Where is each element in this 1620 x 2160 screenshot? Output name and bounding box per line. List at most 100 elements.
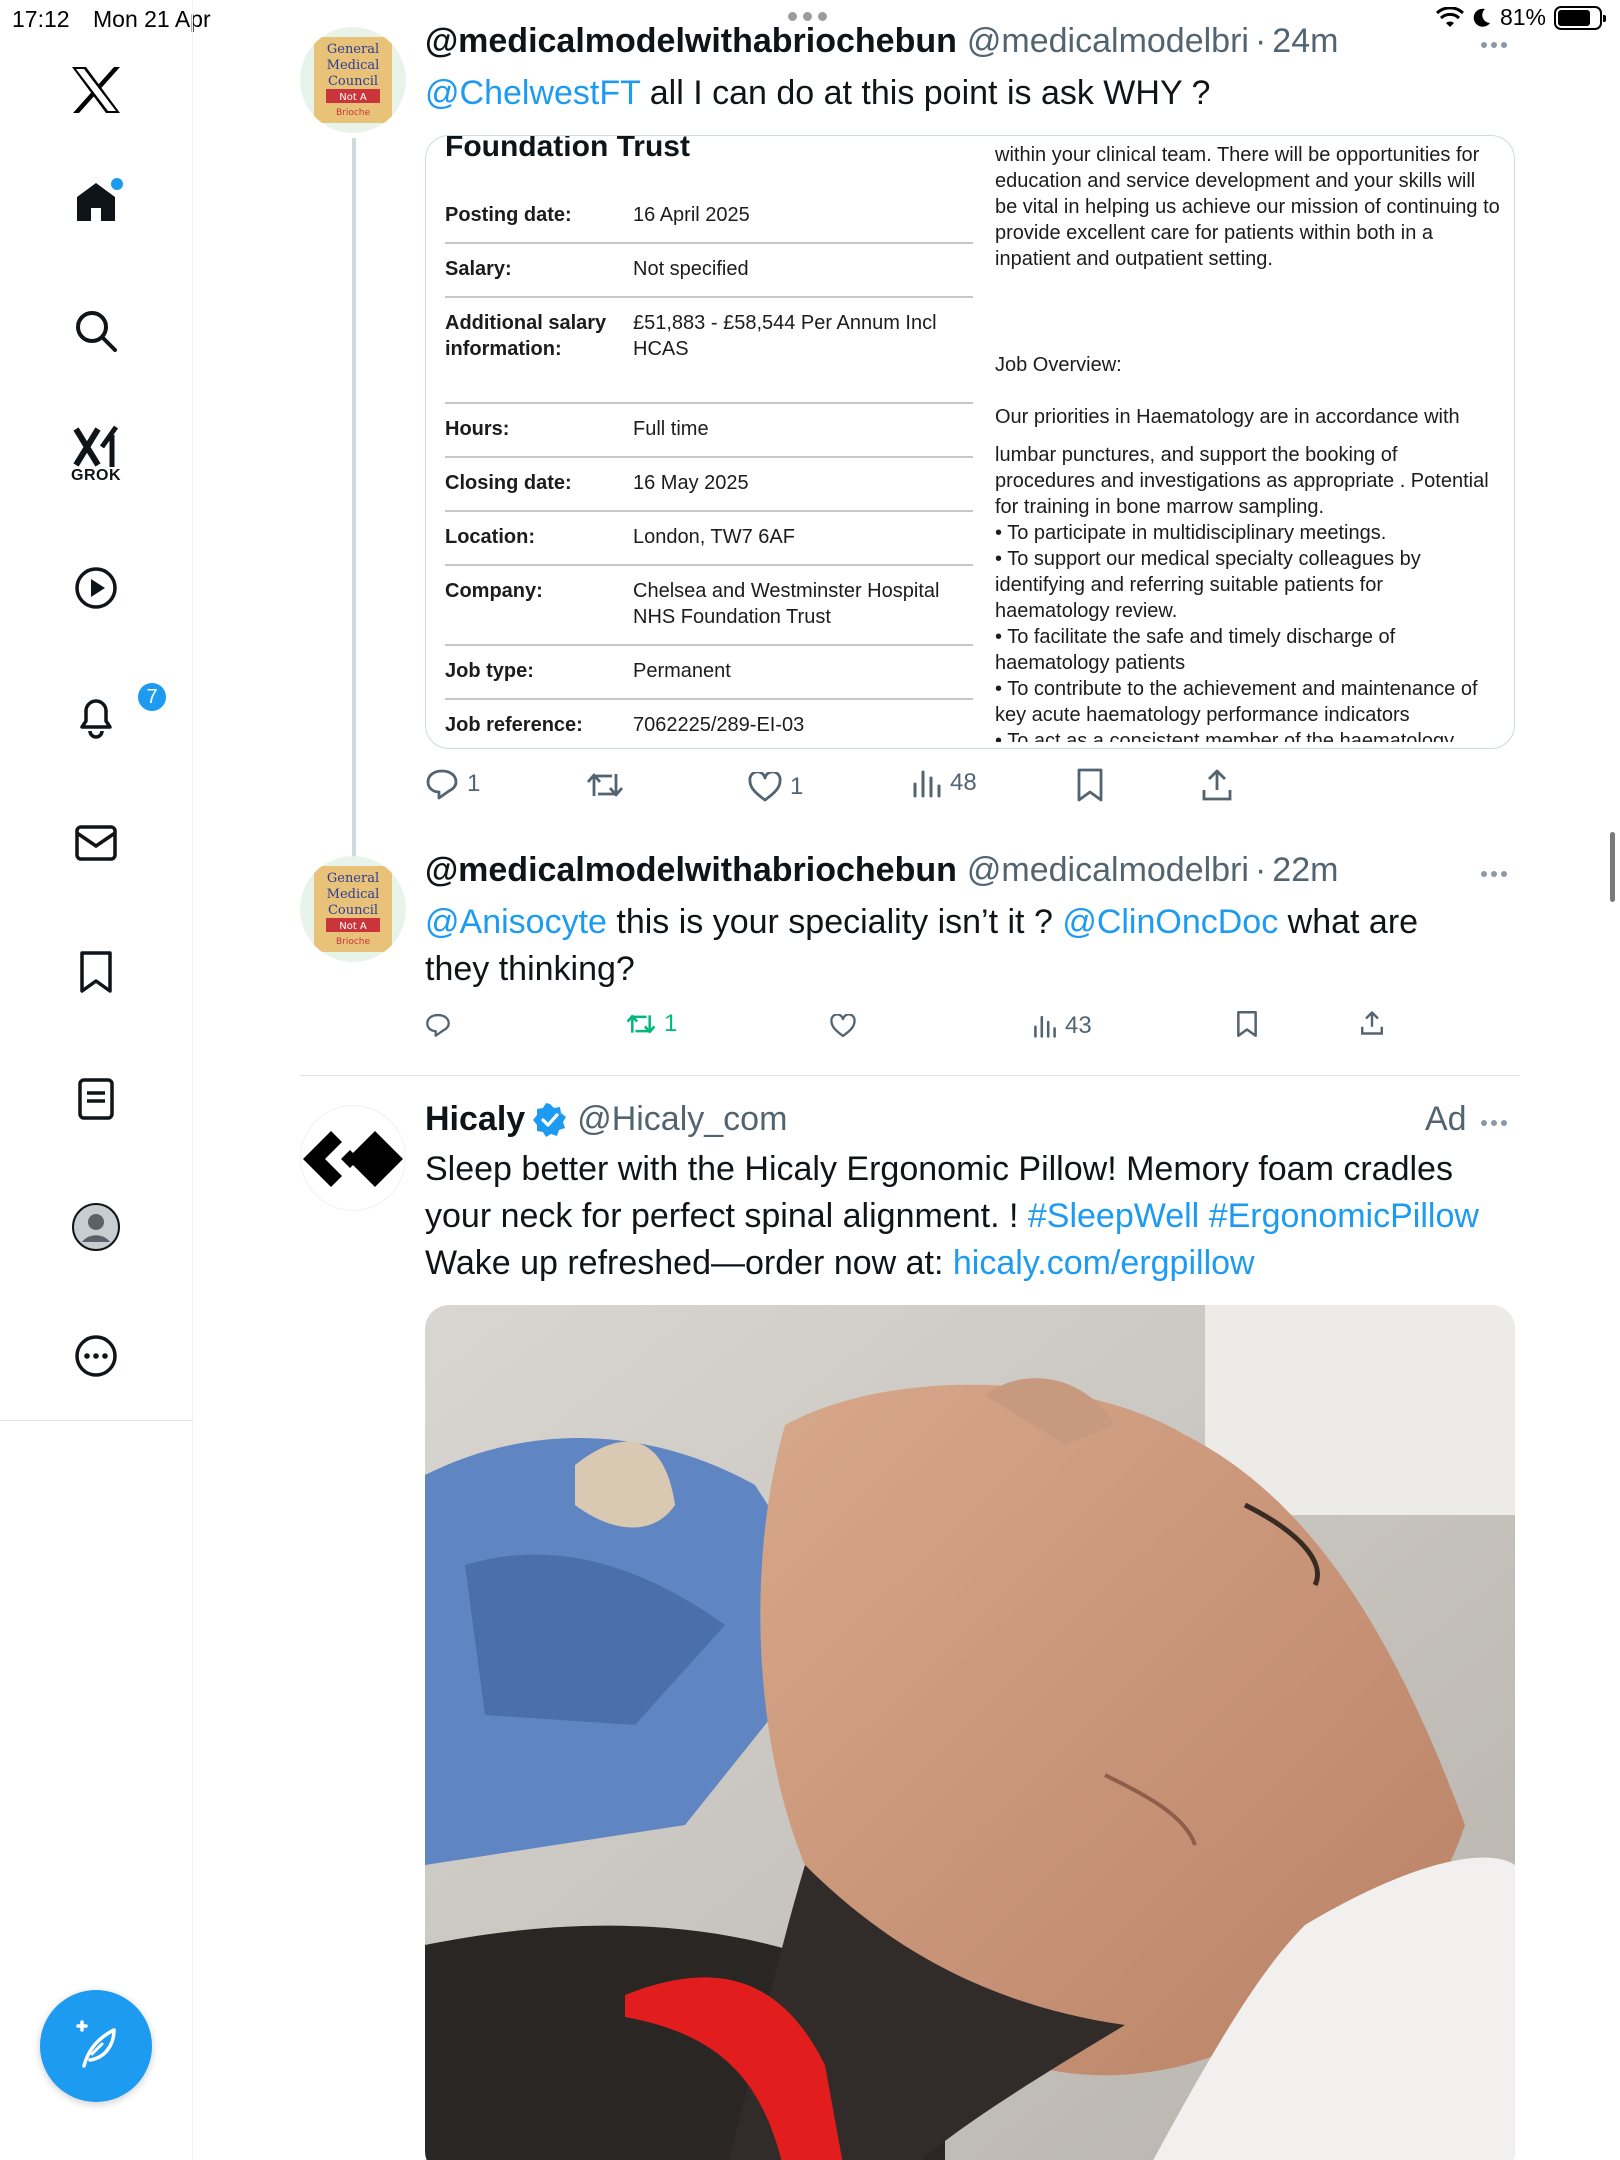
play-icon: [75, 567, 117, 609]
tweet-header: @medicalmodelwithabriochebun @medicalmod…: [425, 851, 1338, 890]
svg-text:Not A: Not A: [339, 92, 367, 103]
tweet-header: Hicaly @Hicaly_com: [425, 1100, 787, 1139]
url-link[interactable]: hicaly.com/ergpillow: [953, 1244, 1255, 1282]
search-icon: [76, 311, 117, 352]
reply-icon: [426, 1013, 450, 1037]
ad-media-photo[interactable]: [425, 1305, 1515, 2160]
retweet-button[interactable]: 1: [626, 1010, 677, 1038]
job-priorities-text: Our priorities in Haematology are in acc…: [995, 406, 1460, 428]
job-row: Additional salary information: £51,883 - …: [445, 310, 973, 404]
share-icon: [1361, 1011, 1383, 1035]
svg-text:Brioche: Brioche: [336, 937, 371, 947]
job-row: Salary: Not specified: [445, 256, 973, 298]
heart-icon: [830, 1014, 856, 1038]
user-handle[interactable]: @medicalmodelbri: [967, 851, 1249, 890]
display-name[interactable]: Hicaly: [425, 1100, 525, 1139]
sidebar-item-search[interactable]: [46, 281, 146, 381]
tweet-time[interactable]: 24m: [1272, 22, 1338, 61]
bookmark-button[interactable]: [1236, 1010, 1258, 1038]
job-row: Posting date: 16 April 2025: [445, 202, 973, 244]
separator-dot: ·: [1254, 22, 1267, 60]
job-row: Hours: Full time: [445, 416, 973, 458]
more-options-icon[interactable]: [1481, 42, 1507, 48]
scrollbar[interactable]: [1610, 832, 1615, 902]
tweet-time[interactable]: 22m: [1272, 851, 1338, 890]
sidebar: GROK 7: [0, 0, 193, 2160]
mention-link[interactable]: @Anisocyte: [425, 903, 607, 941]
like-button[interactable]: [830, 1014, 856, 1038]
status-icons: 81%: [1435, 4, 1606, 31]
mention-link[interactable]: @ChelwestFT: [425, 74, 640, 112]
retweet-button[interactable]: [586, 770, 624, 800]
hashtag-link[interactable]: #SleepWell: [1028, 1197, 1199, 1235]
reply-button[interactable]: [425, 1012, 451, 1038]
display-name[interactable]: @medicalmodelwithabriochebun: [425, 22, 957, 61]
compose-feather-icon: [76, 2020, 116, 2068]
grok-icon: [73, 425, 119, 467]
mail-icon: [75, 825, 117, 861]
avatar[interactable]: General Medical Council Not A Brioche: [300, 856, 406, 962]
wifi-icon: [1435, 6, 1464, 27]
svg-text:General: General: [327, 42, 379, 57]
more-options-icon[interactable]: [1481, 1120, 1507, 1126]
bookmark-button[interactable]: [1076, 768, 1104, 802]
display-name[interactable]: @medicalmodelwithabriochebun: [425, 851, 957, 890]
job-row: Closing date: 16 May 2025: [445, 470, 973, 512]
ad-label: Ad: [1425, 1100, 1467, 1138]
tweet-text: Sleep better with the Hicaly Ergonomic P…: [425, 1150, 1479, 1282]
user-handle[interactable]: @Hicaly_com: [577, 1100, 787, 1139]
sidebar-item-lists[interactable]: [46, 1049, 146, 1149]
sidebar-item-grok[interactable]: GROK: [46, 405, 146, 505]
new-posts-dot: [111, 178, 123, 190]
profile-icon: [72, 1203, 120, 1251]
compose-button[interactable]: [40, 1990, 152, 2102]
heart-icon: [748, 772, 782, 802]
reply-button[interactable]: 1: [425, 768, 480, 800]
bookmark-icon: [80, 951, 112, 993]
svg-text:Council: Council: [328, 74, 378, 89]
mention-link[interactable]: @ClinOncDoc: [1062, 903, 1278, 941]
verified-badge-icon: [533, 1102, 567, 1137]
sidebar-item-notifications[interactable]: 7: [46, 666, 168, 766]
job-card-title: Foundation Trust: [445, 135, 690, 163]
grok-label: GROK: [71, 467, 121, 484]
svg-text:General: General: [327, 871, 379, 886]
views-icon: [1034, 1015, 1056, 1038]
hashtag-link[interactable]: #ErgonomicPillow: [1209, 1197, 1479, 1235]
like-button[interactable]: 1: [748, 772, 803, 802]
battery-percent: 81%: [1499, 4, 1546, 30]
job-description-top: within your clinical team. There will be…: [995, 144, 1500, 270]
avatar[interactable]: [300, 1105, 406, 1211]
sidebar-item-more[interactable]: [46, 1306, 146, 1406]
sidebar-item-bookmarks[interactable]: [46, 922, 146, 1022]
job-row: Job type: Permanent: [445, 658, 973, 700]
share-button[interactable]: [1201, 768, 1233, 802]
user-handle[interactable]: @medicalmodelbri: [967, 22, 1249, 61]
retweet-icon: [586, 773, 624, 797]
avatar[interactable]: General Medical Council Not A Brioche: [300, 27, 406, 133]
more-options-icon[interactable]: [1481, 871, 1507, 877]
job-duties-text: lumbar punctures, and support the bookin…: [995, 444, 1489, 742]
share-button[interactable]: [1360, 1010, 1384, 1036]
sidebar-item-video[interactable]: [46, 538, 146, 638]
sidebar-item-home[interactable]: [46, 152, 146, 252]
share-icon: [1202, 769, 1232, 801]
x-logo[interactable]: [46, 40, 146, 140]
list-icon: [78, 1078, 114, 1120]
svg-text:Council: Council: [328, 903, 378, 918]
views-icon: [913, 770, 941, 798]
views-button[interactable]: 48: [912, 768, 977, 798]
views-button[interactable]: 43: [1033, 1012, 1092, 1040]
tweet-text: @ChelwestFT all I can do at this point i…: [425, 74, 1211, 112]
sidebar-item-messages[interactable]: [46, 793, 146, 893]
tweet-divider: [300, 1075, 1520, 1076]
more-icon: [75, 1335, 117, 1377]
separator-dot: ·: [1254, 851, 1267, 889]
retweet-icon: [626, 1014, 656, 1034]
job-row: Job reference: 7062225/289-EI-03: [445, 714, 805, 736]
job-posting-image[interactable]: Foundation Trust Posting date: 16 April 2…: [425, 135, 1515, 749]
sidebar-item-profile[interactable]: [46, 1177, 146, 1277]
svg-text:Not A: Not A: [339, 921, 367, 932]
job-row: Location: London, TW7 6AF: [445, 524, 973, 566]
multitasking-dots-icon[interactable]: [788, 12, 827, 21]
